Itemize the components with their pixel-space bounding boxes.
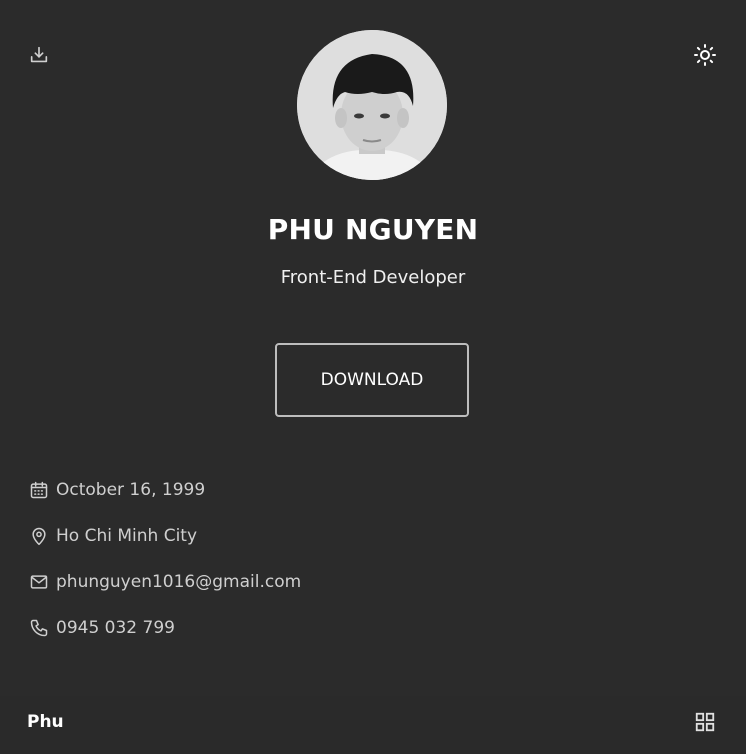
grid-menu-icon	[695, 712, 715, 732]
phone-icon	[28, 617, 50, 639]
info-item-phone[interactable]: 0945 032 799	[28, 615, 301, 641]
bottom-bar: Phu	[0, 696, 746, 754]
sun-icon	[694, 44, 716, 66]
info-item-location: Ho Chi Minh City	[28, 523, 301, 549]
calendar-icon	[28, 479, 50, 501]
menu-button[interactable]	[691, 708, 719, 736]
download-cv-button[interactable]	[25, 41, 53, 69]
info-item-email[interactable]: phunguyen1016@gmail.com	[28, 569, 301, 595]
profile-role: Front-End Developer	[280, 267, 466, 288]
theme-toggle-button[interactable]	[691, 41, 719, 69]
location-pin-icon	[28, 525, 50, 547]
info-item-birthday: October 16, 1999	[28, 477, 301, 503]
brand-logo[interactable]: Phu	[27, 712, 64, 732]
profile-name: PHU NGUYEN	[267, 213, 479, 246]
phone-text[interactable]: 0945 032 799	[56, 618, 175, 638]
location-text: Ho Chi Minh City	[56, 526, 198, 546]
birthday-text: October 16, 1999	[56, 480, 206, 500]
avatar	[297, 30, 447, 180]
download-icon	[30, 46, 48, 63]
email-text[interactable]: phunguyen1016@gmail.com	[56, 572, 301, 592]
contact-info-list: October 16, 1999 Ho Chi Minh City phungu…	[28, 477, 301, 661]
download-button[interactable]: DOWNLOAD	[275, 343, 469, 417]
profile-page: PHU NGUYEN Front-End Developer DOWNLOAD …	[0, 0, 746, 754]
mail-icon	[28, 571, 50, 593]
